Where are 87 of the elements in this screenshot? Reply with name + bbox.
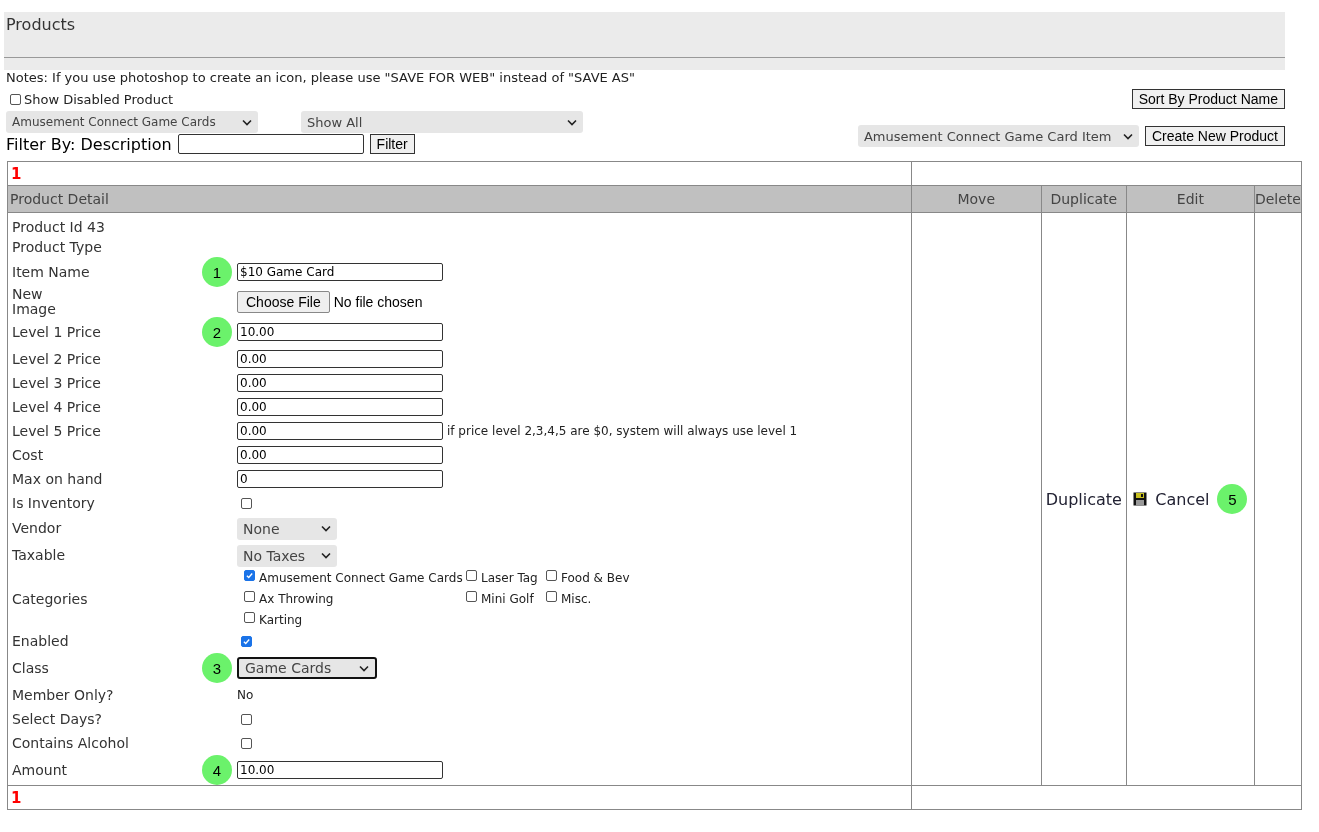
field-label: Enabled	[12, 633, 70, 649]
caret-icon	[321, 525, 331, 532]
caret-icon	[242, 118, 252, 126]
column-header: Product Detail	[7, 185, 912, 213]
input-field[interactable]: 0.00	[237, 398, 443, 416]
checkbox[interactable]	[241, 713, 252, 725]
input-field[interactable]: 0	[237, 470, 443, 488]
sort-button[interactable]: Sort By Product Name	[1131, 89, 1285, 109]
input-field[interactable]: 0.00	[237, 446, 443, 464]
checkbox[interactable]	[10, 93, 21, 105]
checkbox[interactable]	[546, 590, 557, 602]
field-label: Select Days?	[12, 711, 103, 727]
checkbox-label: Ax Throwing	[259, 592, 334, 606]
number-badge: 1	[202, 257, 232, 287]
page-number[interactable]: 1	[8, 164, 22, 183]
field-label: Item Name	[12, 264, 91, 280]
choose-file-button[interactable]: Choose File	[237, 291, 330, 313]
page-number[interactable]: 1	[8, 788, 22, 807]
field-label: Level 5 Price	[12, 423, 102, 439]
dropdown[interactable]: Show All	[301, 111, 583, 133]
filter-label: Filter By: Description	[6, 134, 172, 154]
checkbox[interactable]	[241, 635, 252, 647]
field-label: Is Inventory	[12, 495, 96, 511]
field-label: Product Id 43	[12, 219, 106, 235]
field-label: Amount	[12, 762, 68, 778]
input-field[interactable]: 0.00	[237, 374, 443, 392]
checkbox-label: Misc.	[561, 592, 592, 606]
field-label: Taxable	[12, 548, 67, 563]
checkbox[interactable]	[244, 569, 255, 581]
checkbox-label: Karting	[259, 613, 303, 627]
checkbox[interactable]	[244, 611, 255, 623]
checkbox[interactable]	[546, 569, 557, 581]
filter-button[interactable]: Filter	[369, 134, 415, 154]
column-header: Move	[911, 185, 1042, 213]
field-label: Level 1 Price	[12, 324, 102, 340]
checkbox-label: Amusement Connect Game Cards	[259, 571, 463, 585]
save-icon[interactable]	[1133, 492, 1148, 506]
number-badge: 2	[202, 317, 232, 347]
file-status: No file chosen	[333, 294, 423, 310]
dropdown[interactable]: Amusement Connect Game Card Item	[857, 125, 1139, 147]
input-field[interactable]: 10.00	[237, 761, 443, 779]
field-label: Categories	[12, 591, 89, 607]
dropdown[interactable]: None	[237, 517, 337, 540]
number-badge: 3	[202, 653, 232, 683]
field-label: Level 3 Price	[12, 375, 102, 391]
checkbox[interactable]	[466, 590, 477, 602]
field-label: Class	[12, 660, 50, 676]
field-label: Member Only?	[12, 687, 115, 703]
checkbox[interactable]	[244, 590, 255, 602]
checkbox-label: Food & Bev	[561, 571, 630, 585]
page-title: Products	[6, 15, 76, 34]
field-value: No	[237, 688, 254, 702]
field-label: Product Type	[12, 239, 103, 255]
input-field[interactable]: 0.00	[237, 350, 443, 368]
input-field[interactable]: 0.00	[237, 422, 443, 440]
field-label: Level 2 Price	[12, 351, 102, 367]
number-badge: 4	[202, 755, 232, 785]
column-header: Duplicate	[1041, 185, 1127, 213]
number-badge: 5	[1217, 484, 1248, 514]
checkbox[interactable]	[241, 497, 252, 509]
field-label: Contains Alcohol	[12, 735, 130, 751]
field-label: New Image	[12, 287, 57, 317]
notes-text: Notes: If you use photoshop to create an icon, please use "SAVE FOR WEB" instead of "SAVE AS"	[5, 70, 636, 85]
input-field[interactable]: $10 Game Card	[237, 263, 443, 281]
field-label: Max on hand	[12, 471, 104, 487]
filter-field[interactable]	[177, 134, 364, 154]
field-label: Vendor	[12, 521, 63, 536]
caret-icon	[567, 118, 577, 126]
hint-text: if price level 2,3,4,5 are $0, system will always use level 1	[447, 424, 798, 438]
checkbox[interactable]	[466, 569, 477, 581]
field-label: Level 4 Price	[12, 399, 102, 415]
caret-icon	[359, 664, 369, 672]
field-label: Cost	[12, 447, 45, 463]
column-header: Edit	[1126, 185, 1255, 213]
checkbox-label: Show Disabled Product	[24, 91, 174, 107]
checkbox[interactable]	[241, 737, 252, 749]
caret-icon	[321, 552, 331, 559]
input-field[interactable]: 10.00	[237, 323, 443, 341]
create-button[interactable]: Create New Product	[1144, 126, 1285, 146]
checkbox-label: Laser Tag	[481, 571, 538, 585]
duplicate-link[interactable]: Duplicate	[1045, 489, 1122, 509]
cancel-link[interactable]: Cancel	[1155, 489, 1210, 509]
dropdown[interactable]: Game Cards	[237, 657, 377, 679]
dropdown[interactable]: Amusement Connect Game Cards	[6, 111, 258, 133]
dropdown[interactable]: No Taxes	[237, 544, 337, 567]
checkbox-label: Mini Golf	[481, 592, 534, 606]
caret-icon	[1122, 132, 1133, 140]
